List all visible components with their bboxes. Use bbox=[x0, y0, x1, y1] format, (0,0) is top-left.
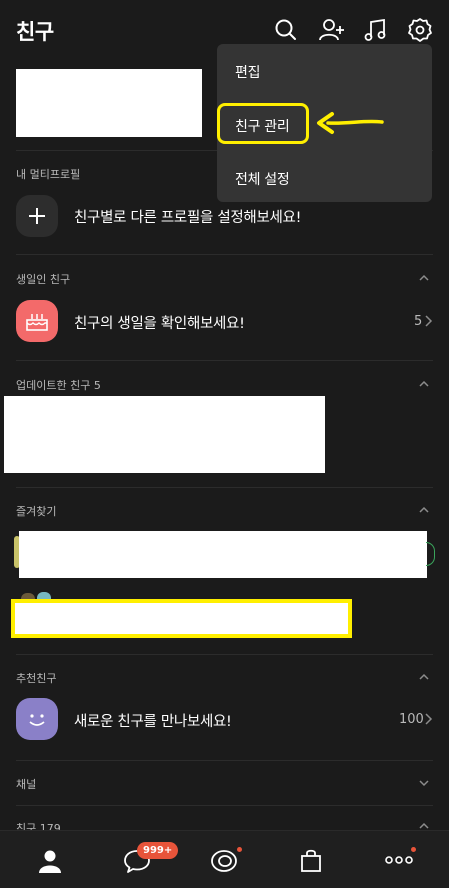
section-label-recommended: 추천친구 bbox=[16, 672, 57, 685]
birthday-count: 5 bbox=[414, 314, 423, 329]
birthday-row-icon[interactable] bbox=[16, 300, 58, 342]
chevron-up-icon[interactable] bbox=[417, 503, 431, 517]
multi-profile-text[interactable]: 친구별로 다른 프로필을 설정해보세요! bbox=[74, 206, 301, 227]
divider bbox=[16, 654, 433, 655]
settings-icon[interactable] bbox=[406, 16, 434, 44]
cake-icon bbox=[26, 314, 48, 331]
divider bbox=[16, 254, 433, 255]
annotation-arrow-icon bbox=[317, 112, 384, 134]
view-new-dot bbox=[237, 847, 242, 852]
menu-item-manage-friends[interactable]: 친구 관리 bbox=[235, 116, 290, 136]
view-icon[interactable] bbox=[209, 848, 239, 874]
online-ring bbox=[426, 542, 435, 566]
chevron-up-icon[interactable] bbox=[417, 377, 431, 391]
section-label-multi-profile: 내 멀티프로필 bbox=[16, 168, 81, 181]
person-icon[interactable] bbox=[37, 848, 63, 874]
birthday-text[interactable]: 친구의 생일을 확인해보세요! bbox=[74, 312, 245, 333]
divider bbox=[16, 360, 433, 361]
divider bbox=[16, 760, 433, 761]
smile-icon bbox=[29, 714, 45, 726]
music-icon[interactable] bbox=[362, 16, 390, 44]
recommended-count: 100 bbox=[399, 712, 424, 727]
plus-icon bbox=[29, 208, 45, 224]
section-label-channel: 채널 bbox=[16, 778, 37, 791]
add-multi-profile-button[interactable] bbox=[16, 195, 58, 237]
chat-unread-badge: 999+ bbox=[137, 842, 179, 859]
more-new-dot bbox=[411, 847, 416, 852]
page-title: 친구 bbox=[16, 20, 54, 44]
chevron-right-icon bbox=[425, 713, 433, 725]
section-label-updated: 업데이트한 친구 5 bbox=[16, 379, 101, 392]
favorite-friend-redacted-highlighted[interactable] bbox=[11, 599, 352, 638]
recommend-row-icon[interactable] bbox=[16, 698, 58, 740]
menu-item-all-settings[interactable]: 전체 설정 bbox=[235, 169, 290, 189]
my-profile-redacted[interactable] bbox=[16, 69, 202, 137]
menu-item-edit[interactable]: 편집 bbox=[235, 62, 260, 82]
more-icon[interactable] bbox=[384, 853, 414, 867]
add-friend-icon[interactable] bbox=[318, 16, 346, 44]
section-label-favorites: 즐겨찾기 bbox=[16, 505, 57, 518]
section-label-birthday: 생일인 친구 bbox=[16, 273, 71, 286]
favorite-friend-redacted[interactable] bbox=[19, 531, 427, 578]
search-icon[interactable] bbox=[272, 16, 300, 44]
shopping-icon[interactable] bbox=[299, 847, 323, 873]
updated-friends-redacted[interactable] bbox=[4, 396, 325, 473]
divider bbox=[16, 487, 433, 488]
recommended-text[interactable]: 새로운 친구를 만나보세요! bbox=[74, 710, 232, 731]
chevron-down-icon[interactable] bbox=[417, 776, 431, 790]
chevron-up-icon[interactable] bbox=[417, 670, 431, 684]
divider bbox=[16, 805, 433, 806]
chevron-up-icon[interactable] bbox=[417, 271, 431, 285]
chevron-right-icon bbox=[425, 315, 433, 327]
